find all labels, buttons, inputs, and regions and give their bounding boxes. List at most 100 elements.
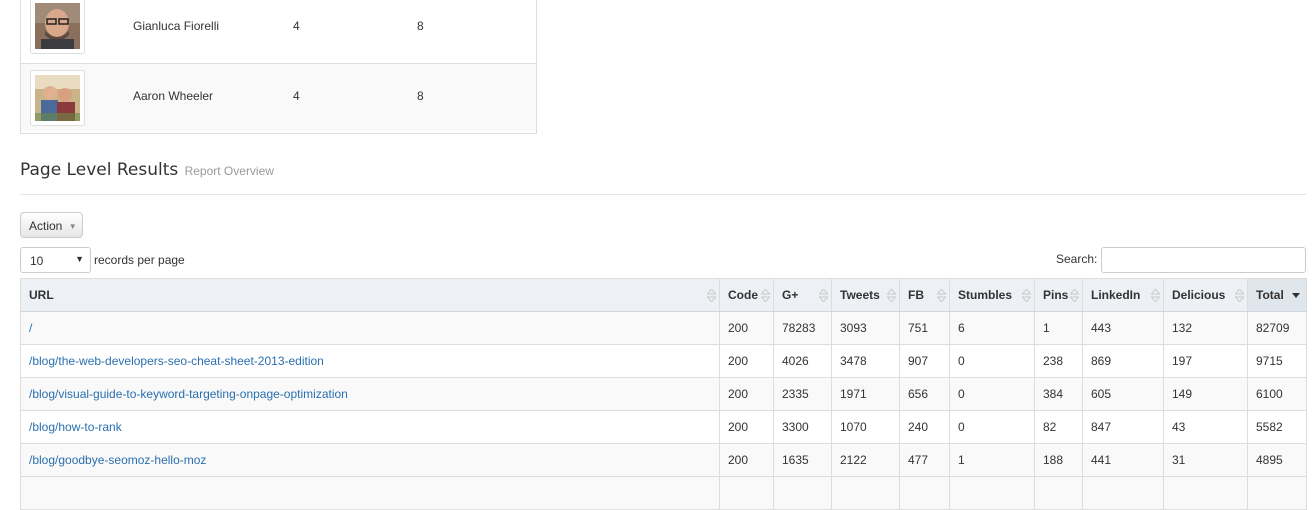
column-header-label: Stumbles — [958, 288, 1013, 302]
table-cell-code: 200 — [719, 377, 774, 411]
column-header-label: Tweets — [840, 288, 880, 302]
column-header-label: LinkedIn — [1091, 288, 1141, 302]
table-cell-linkedin: 847 — [1082, 410, 1164, 444]
table-cell-total: 9715 — [1247, 344, 1307, 378]
table-cell-code: 200 — [719, 311, 774, 345]
column-header-pins[interactable]: Pins — [1034, 278, 1083, 312]
table-cell — [1247, 476, 1307, 510]
sort-both-icon — [1022, 289, 1031, 302]
table-cell-total: 82709 — [1247, 311, 1307, 345]
action-label: Action — [29, 219, 63, 233]
sort-both-icon — [761, 289, 770, 302]
sort-both-icon — [887, 289, 896, 302]
table-cell-stumbles: 1 — [949, 443, 1035, 477]
author-name: Aaron Wheeler — [133, 89, 214, 103]
table-cell — [719, 476, 774, 510]
section-heading: Page Level Results Report Overview — [20, 160, 1306, 195]
url-link[interactable]: /blog/how-to-rank — [20, 410, 720, 444]
table-cell-pins: 384 — [1034, 377, 1083, 411]
table-cell-g: 78283 — [773, 311, 832, 345]
author-avatar[interactable] — [30, 0, 85, 54]
column-header-fb[interactable]: FB — [899, 278, 950, 312]
table-row: /blog/the-web-developers-seo-cheat-sheet… — [20, 344, 1307, 378]
author-row: Aaron Wheeler 4 8 — [21, 63, 536, 131]
table-cell-linkedin: 869 — [1082, 344, 1164, 378]
table-cell-delicious: 197 — [1163, 344, 1248, 378]
table-cell-linkedin: 441 — [1082, 443, 1164, 477]
column-header-label: Delicious — [1172, 288, 1226, 302]
column-header-label: Total — [1256, 288, 1284, 302]
table-body: /200 78283 3093 751 6 1 443 132 82709/blog/the-w… — [20, 311, 1307, 510]
person-photo-icon — [35, 3, 80, 49]
author-count: 4 — [293, 19, 300, 33]
table-cell — [949, 476, 1035, 510]
search-input[interactable] — [1101, 247, 1306, 273]
table-cell-fb: 751 — [899, 311, 950, 345]
table-cell-stumbles: 0 — [949, 377, 1035, 411]
section-title: Page Level Results — [20, 160, 179, 180]
people-photo-icon — [35, 75, 80, 121]
records-per-page-select[interactable]: 10 ▼ — [20, 247, 91, 273]
table-cell-pins: 1 — [1034, 311, 1083, 345]
column-header-total[interactable]: Total — [1247, 278, 1307, 312]
table-cell-stumbles: 0 — [949, 410, 1035, 444]
table-cell-tweets: 1070 — [831, 410, 900, 444]
table-cell-tweets: 2122 — [831, 443, 900, 477]
url-link[interactable]: /blog/the-web-developers-seo-cheat-sheet… — [20, 344, 720, 378]
action-button[interactable]: Action ▼ — [20, 212, 83, 238]
author-name: Gianluca Fiorelli — [133, 19, 220, 33]
url-link[interactable]: /blog/visual-guide-to-keyword-targeting-… — [20, 377, 720, 411]
column-header-label: FB — [908, 288, 924, 302]
author-count: 8 — [417, 89, 424, 103]
column-header-stumbles[interactable]: Stumbles — [949, 278, 1035, 312]
table-cell-total: 6100 — [1247, 377, 1307, 411]
sort-both-icon — [1151, 289, 1160, 302]
column-header-label: G+ — [782, 288, 799, 302]
table-cell — [899, 476, 950, 510]
table-cell-fb: 240 — [899, 410, 950, 444]
column-header-linkedin[interactable]: LinkedIn — [1082, 278, 1164, 312]
table-cell-fb: 477 — [899, 443, 950, 477]
sort-both-icon — [819, 289, 828, 302]
column-header-code[interactable]: Code — [719, 278, 774, 312]
select-arrow-icon: ▼ — [75, 254, 84, 264]
url-link[interactable]: /blog/goodbye-seomoz-hello-moz — [20, 443, 720, 477]
table-cell — [1163, 476, 1248, 510]
table-cell — [831, 476, 900, 510]
url-link[interactable]: / — [20, 311, 720, 345]
author-avatar[interactable] — [30, 70, 85, 126]
sort-both-icon — [937, 289, 946, 302]
table-cell — [1082, 476, 1164, 510]
table-row: /blog/visual-guide-to-keyword-targeting-… — [20, 377, 1307, 411]
table-cell-g: 1635 — [773, 443, 832, 477]
table-cell-tweets: 1971 — [831, 377, 900, 411]
column-header-delicious[interactable]: Delicious — [1163, 278, 1248, 312]
records-per-page-value: 10 — [30, 254, 44, 268]
table-cell-delicious: 132 — [1163, 311, 1248, 345]
section-subtitle: Report Overview — [184, 164, 274, 178]
records-per-page-label: records per page — [94, 253, 185, 267]
table-cell-linkedin: 443 — [1082, 311, 1164, 345]
column-header-tweets[interactable]: Tweets — [831, 278, 900, 312]
table-cell-stumbles: 0 — [949, 344, 1035, 378]
column-header-label: Pins — [1043, 288, 1069, 302]
table-cell-g: 2335 — [773, 377, 832, 411]
author-count: 8 — [417, 19, 424, 33]
table-cell-code: 200 — [719, 443, 774, 477]
table-cell — [20, 476, 720, 510]
table-cell-code: 200 — [719, 410, 774, 444]
table-cell-linkedin: 605 — [1082, 377, 1164, 411]
table-cell-tweets: 3478 — [831, 344, 900, 378]
caret-down-icon: ▼ — [68, 222, 77, 231]
table-cell-delicious: 43 — [1163, 410, 1248, 444]
column-header-gplus[interactable]: G+ — [773, 278, 832, 312]
table-cell-fb: 656 — [899, 377, 950, 411]
author-count: 4 — [293, 89, 300, 103]
table-cell-fb: 907 — [899, 344, 950, 378]
column-header-label: URL — [29, 288, 54, 302]
sort-both-icon — [707, 289, 716, 302]
column-header-url[interactable]: URL — [20, 278, 720, 312]
table-cell-pins: 188 — [1034, 443, 1083, 477]
search-label: Search: — [1056, 252, 1098, 266]
table-cell-g: 4026 — [773, 344, 832, 378]
